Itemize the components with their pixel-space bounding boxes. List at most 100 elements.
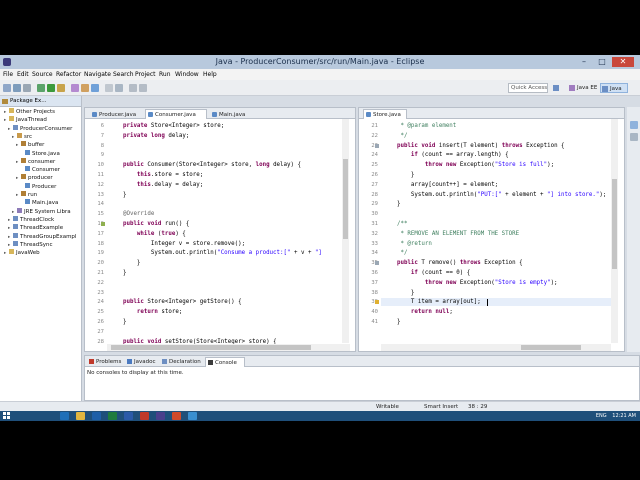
override-marker-icon — [101, 222, 105, 226]
ie-taskbar-icon[interactable] — [60, 412, 69, 420]
back-icon[interactable] — [129, 84, 137, 92]
left-horizontal-scrollbar[interactable] — [107, 344, 350, 351]
word-taskbar-icon[interactable] — [124, 412, 133, 420]
letterbox-top — [0, 0, 640, 55]
line-number: 37 — [371, 279, 378, 286]
tab-problems[interactable]: Problems — [87, 357, 123, 367]
tab-console[interactable]: Console — [205, 357, 245, 367]
tree-item-label: JavaWeb — [16, 250, 40, 257]
menu-help[interactable]: Help — [203, 69, 217, 80]
tree-item[interactable]: ▸ consumer — [0, 157, 81, 166]
tree-item[interactable]: ▸ run — [0, 191, 81, 199]
editor-tab[interactable]: Store.java — [363, 109, 407, 119]
tree-item[interactable]: ▸ ThreadSync — [0, 240, 81, 249]
perspective-java[interactable]: Java — [600, 83, 628, 93]
tree-item[interactable]: ▸ ThreadGroupExampl — [0, 232, 81, 241]
forward-icon[interactable] — [139, 84, 147, 92]
left-hscroll-thumb[interactable] — [111, 345, 311, 350]
menu-search[interactable]: Search — [113, 69, 134, 80]
line-number: 13 — [97, 191, 104, 198]
package-explorer-tab[interactable]: Package Ex... — [0, 96, 81, 107]
explorer-taskbar-icon[interactable] — [76, 412, 85, 420]
perspective-java-ee-label: Java EE — [577, 85, 598, 91]
package-icon — [21, 157, 26, 163]
menu-file[interactable]: File — [3, 69, 13, 80]
maximize-button[interactable]: □ — [594, 57, 610, 67]
project-icon — [13, 124, 18, 130]
menu-project[interactable]: Project — [135, 69, 156, 80]
editor-tab-label: Main.java — [219, 112, 246, 118]
tree-item-label: run — [28, 192, 38, 198]
new-package-icon[interactable] — [81, 84, 89, 92]
new-icon[interactable] — [3, 84, 11, 92]
eclipse-taskbar-icon[interactable] — [156, 412, 165, 420]
bottom-tab-label: Javadoc — [134, 359, 156, 365]
external-tools-icon[interactable] — [57, 84, 65, 92]
tree-item[interactable]: ▸ ThreadClock — [0, 215, 81, 224]
app-taskbar-icon[interactable] — [188, 412, 197, 420]
quick-access-input[interactable]: Quick Access — [508, 83, 548, 93]
tab-declaration[interactable]: Declaration — [160, 357, 203, 367]
left-vertical-scrollbar[interactable] — [342, 119, 349, 343]
debug-icon[interactable] — [37, 84, 45, 92]
tree-item[interactable]: ▸ Other Projects — [0, 108, 81, 116]
editor-tab[interactable]: Consumer.java — [145, 109, 207, 119]
menu-source[interactable]: Source — [32, 69, 53, 80]
tree-item[interactable]: ▸ JavaWeb — [0, 249, 81, 257]
tab-javadoc[interactable]: Javadoc — [125, 357, 158, 367]
open-perspective-button[interactable] — [552, 83, 566, 93]
right-vscroll-thumb[interactable] — [612, 179, 617, 269]
excel-taskbar-icon[interactable] — [108, 412, 117, 420]
tray-language[interactable]: ENG — [596, 413, 607, 419]
perspective-java-ee[interactable]: Java EE — [568, 83, 598, 93]
tray-clock[interactable]: 12:21 AM — [612, 413, 636, 419]
line-number: 38 — [371, 289, 378, 296]
code-line: System.out.println("PUT:[" + element + "… — [383, 191, 607, 198]
java-ee-icon — [569, 85, 575, 91]
editor-tab[interactable]: Producer.java — [89, 109, 143, 119]
tree-item-label: ThreadClock — [20, 216, 55, 223]
new-class-icon[interactable] — [91, 84, 99, 92]
print-icon[interactable] — [23, 84, 31, 92]
tree-item[interactable]: ▸ ProducerConsumer — [0, 124, 81, 133]
java-file-icon — [25, 166, 30, 172]
outline-icon[interactable] — [630, 121, 638, 129]
minimize-button[interactable]: – — [576, 57, 592, 67]
right-horizontal-scrollbar[interactable] — [381, 344, 611, 351]
task-list-icon[interactable] — [630, 133, 638, 141]
menu-run[interactable]: Run — [159, 69, 171, 80]
tree-item[interactable]: ▸ ThreadExample — [0, 224, 81, 232]
menu-edit[interactable]: Edit — [17, 69, 29, 80]
run-icon[interactable] — [47, 84, 55, 92]
menu-navigate[interactable]: Navigate — [84, 69, 111, 80]
new-java-project-icon[interactable] — [71, 84, 79, 92]
tree-item[interactable]: ▸ producer — [0, 174, 81, 182]
tree-item[interactable]: Producer — [0, 182, 81, 191]
tree-item[interactable]: ▸ src — [0, 132, 81, 141]
recorder-taskbar-icon[interactable] — [172, 412, 181, 420]
editor-tab-label: Store.java — [373, 112, 401, 118]
open-type-icon[interactable] — [105, 84, 113, 92]
line-number: 36 — [371, 270, 378, 276]
right-vertical-scrollbar[interactable] — [611, 119, 618, 343]
powerpoint-taskbar-icon[interactable] — [140, 412, 149, 420]
outlook-taskbar-icon[interactable] — [92, 412, 101, 420]
tree-item[interactable]: ▸ JavaThread — [0, 116, 81, 124]
code-line: */ — [383, 250, 408, 257]
right-hscroll-thumb[interactable] — [521, 345, 581, 350]
left-vscroll-thumb[interactable] — [343, 159, 348, 239]
tree-item-label: ThreadGroupExampl — [20, 233, 77, 240]
tree-item[interactable]: Store.java — [0, 149, 81, 158]
tree-item[interactable]: Consumer — [0, 166, 81, 174]
close-button[interactable]: ✕ — [612, 57, 634, 67]
windows-start-icon[interactable] — [3, 412, 11, 420]
tree-item[interactable]: ▸ buffer — [0, 141, 81, 149]
editor-tab[interactable]: Main.java — [209, 109, 253, 119]
search-icon[interactable] — [115, 84, 123, 92]
save-icon[interactable] — [13, 84, 21, 92]
tree-item[interactable]: ▸ JRE System Libra — [0, 207, 81, 216]
menu-window[interactable]: Window — [175, 69, 199, 80]
tree-item[interactable]: Main.java — [0, 199, 81, 207]
tree-item-label: Main.java — [32, 200, 59, 207]
menu-refactor[interactable]: Refactor — [56, 69, 81, 80]
